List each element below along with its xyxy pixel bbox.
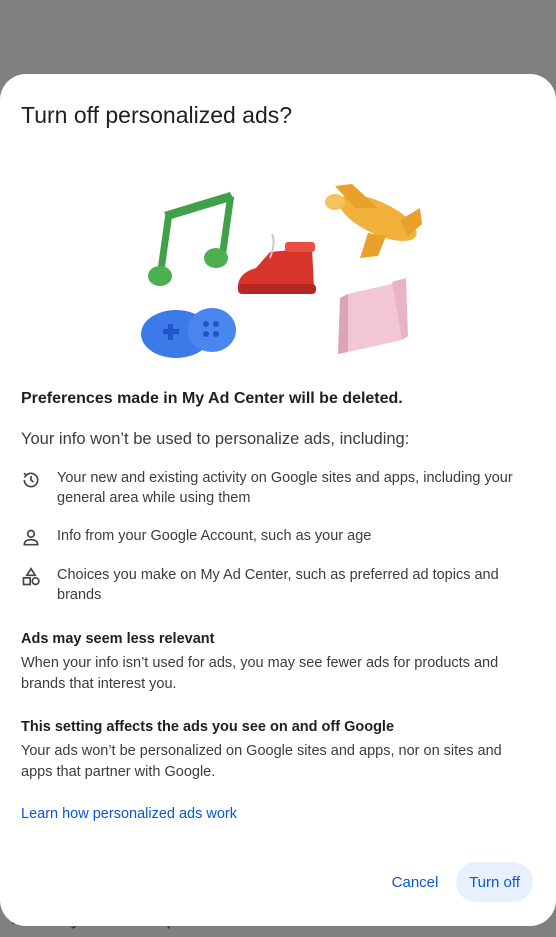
airplane-icon — [325, 184, 422, 258]
section-heading-relevance: Ads may seem less relevant — [21, 631, 215, 647]
deletion-warning: Preferences made in My Ad Center will be… — [21, 390, 403, 407]
shoe-icon — [237, 233, 316, 294]
turn-off-button[interactable]: Turn off — [456, 862, 533, 902]
history-icon — [23, 472, 39, 488]
gamepad-icon — [141, 308, 236, 358]
list-item-text: Info from your Google Account, such as y… — [57, 528, 372, 544]
shapes-icon — [22, 567, 40, 586]
section-body-relevance: When your info isn’t used for ads, you m… — [21, 655, 499, 692]
list-item-text: Choices you make on My Ad Center, such a… — [57, 567, 499, 603]
learn-more-link[interactable]: Learn how personalized ads work — [21, 806, 237, 822]
cancel-button[interactable]: Cancel — [376, 862, 454, 902]
dialog-title: Turn off personalized ads? — [21, 102, 293, 128]
list-item-text: Your new and existing activity on Google… — [57, 470, 513, 506]
illustration — [141, 184, 422, 358]
person-icon — [23, 529, 39, 546]
section-body-scope: Your ads won’t be personalized on Google… — [21, 743, 502, 780]
book-icon — [338, 278, 408, 354]
turn-off-personalized-ads-dialog: Turn off personalized ads? Preferences m… — [0, 74, 556, 926]
section-heading-scope: This setting affects the ads you see on … — [21, 719, 395, 735]
intro-text: Your info won’t be used to personalize a… — [21, 430, 410, 448]
music-note-icon — [148, 192, 235, 286]
